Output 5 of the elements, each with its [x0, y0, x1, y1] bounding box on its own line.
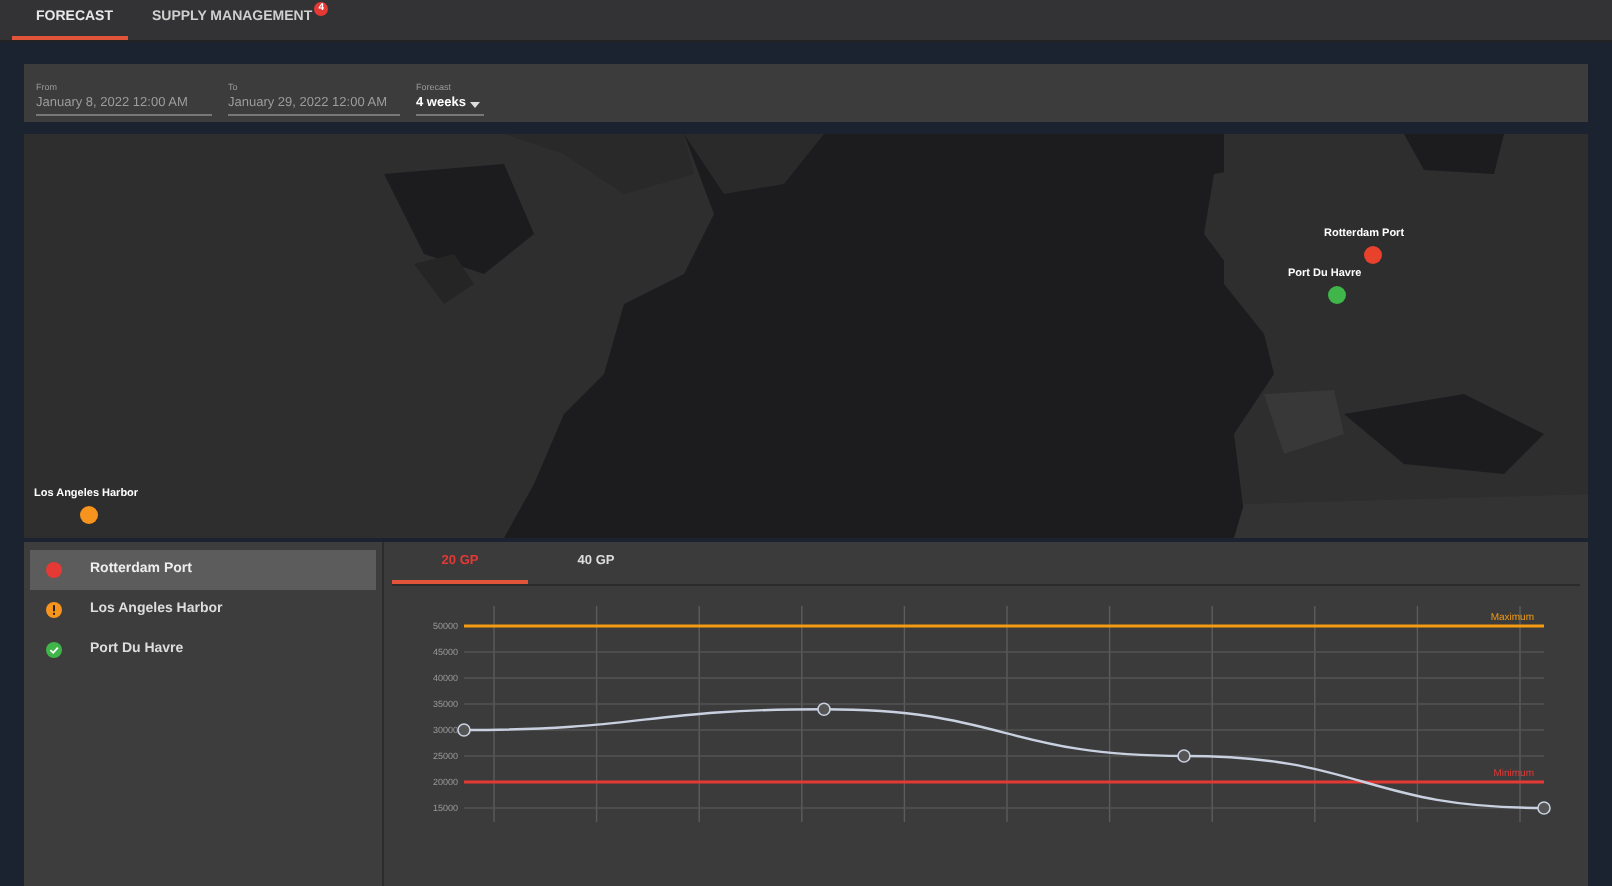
data-point — [457, 723, 471, 737]
data-point — [1177, 749, 1191, 763]
caret-icon — [469, 101, 480, 107]
data-point — [817, 702, 831, 716]
data-point — [1537, 801, 1551, 815]
